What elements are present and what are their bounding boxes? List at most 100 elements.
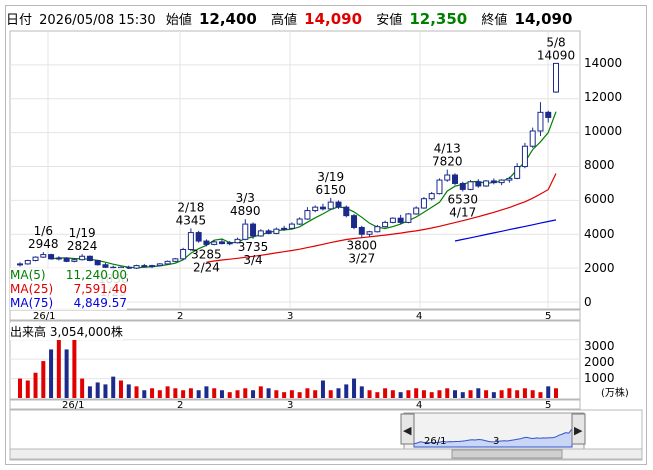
candle-body — [529, 130, 536, 147]
candle-body — [459, 182, 466, 190]
ma25-value: 7,591.40 — [73, 282, 127, 296]
candle-body — [211, 241, 218, 245]
volume-bar — [87, 386, 92, 398]
candle-body — [172, 258, 179, 262]
candle-body — [55, 257, 62, 260]
volume-bar — [227, 392, 232, 398]
candle-body — [94, 260, 101, 266]
volume-bar — [453, 390, 458, 398]
volume-bar — [103, 384, 108, 398]
volume-bar — [328, 390, 333, 398]
volume-value: 3,054,000株 — [49, 325, 123, 339]
volume-bar — [546, 386, 551, 398]
candle-body — [257, 230, 264, 237]
annotation-value: 7820 — [432, 155, 463, 169]
annotation-date: 3/3 — [236, 191, 255, 205]
candle-body — [521, 145, 528, 168]
candle-body — [327, 201, 334, 210]
x-label: 5 — [545, 311, 551, 322]
volume-bar — [554, 388, 558, 398]
x-label: 2 — [177, 311, 183, 322]
candle-body — [382, 221, 389, 228]
candle-body — [319, 206, 326, 210]
volume-bar — [383, 388, 388, 398]
candle-body — [351, 215, 358, 228]
volume-bar — [398, 392, 403, 398]
candle-body — [226, 242, 233, 245]
ma25-row: MA(25) 7,591.40 — [10, 282, 127, 296]
volume-bar — [421, 390, 426, 398]
candle-body — [71, 259, 78, 262]
x-axis-strip-volume — [9, 399, 581, 410]
volume-bar — [235, 390, 240, 398]
volume-unit: (万株) — [601, 386, 629, 399]
candle-body — [436, 179, 443, 195]
volume-bar — [282, 392, 287, 398]
volume-bar — [359, 386, 364, 398]
volume-bar — [538, 392, 543, 398]
volume-bar — [429, 392, 434, 398]
x-label: 3 — [287, 400, 293, 411]
volume-bar — [56, 339, 61, 398]
volume-bar — [414, 388, 419, 398]
x-axis-strip — [9, 309, 581, 321]
volume-axis: 3000 2000 1000 (万株) — [584, 339, 629, 399]
navigator-left-arrow[interactable]: ◀ — [403, 424, 412, 437]
candle-body — [366, 231, 373, 235]
volume-bar — [352, 378, 357, 398]
ma5-label: MA(5) — [10, 268, 46, 282]
candle-body — [125, 266, 132, 269]
price-axis: 14000 12000 10000 8000 6000 4000 2000 0 — [584, 56, 622, 309]
candle-body — [203, 240, 210, 245]
volume-bar — [289, 390, 294, 398]
candle-body — [63, 257, 70, 262]
ma75-value: 4,849.57 — [73, 296, 127, 310]
annotation-date: 1/6 — [34, 224, 53, 238]
volume-bar — [336, 388, 341, 398]
price-tick: 12000 — [584, 90, 622, 104]
volume-label: 出来高 3,054,000株 — [10, 323, 123, 340]
volume-bar — [126, 384, 131, 398]
annotation-value: 4345 — [176, 213, 207, 227]
price-tick: 2000 — [584, 261, 615, 275]
annotation-date: 2/18 — [177, 200, 204, 214]
x-label: 3 — [287, 311, 293, 322]
annotation-value: 6530 — [448, 192, 479, 206]
volume-bar — [173, 388, 178, 398]
annotation-date: 4/17 — [449, 205, 476, 219]
volume-tick: 2000 — [584, 355, 615, 369]
volume-bar — [188, 388, 193, 398]
candle-body — [444, 174, 451, 181]
volume-bar — [367, 390, 372, 398]
volume-bar — [266, 388, 271, 398]
volume-bar — [181, 390, 186, 398]
candle-body — [514, 166, 521, 179]
candle-body — [358, 226, 365, 235]
candle-body — [537, 111, 544, 132]
x-label: 4 — [416, 400, 422, 411]
volume-bar — [72, 331, 77, 398]
volume-bar — [499, 390, 504, 398]
volume-bar — [196, 390, 201, 398]
volume-bar — [33, 372, 38, 398]
volume-bar — [274, 390, 279, 398]
annotation-value: 2824 — [67, 239, 98, 253]
annotation-date: 3/27 — [348, 252, 375, 266]
candle-body — [141, 265, 148, 268]
volume-bar — [142, 390, 147, 398]
volume-bar — [49, 349, 54, 398]
candle-body — [218, 241, 225, 245]
ma5-value: 11,240.00 — [65, 268, 127, 282]
volume-bar — [476, 388, 481, 398]
annotation-value: 3735 — [238, 240, 269, 254]
price-tick: 4000 — [584, 227, 615, 241]
annotation-date: 4/13 — [434, 142, 461, 156]
candle-body — [397, 217, 404, 223]
navigator-right-arrow[interactable]: ▶ — [574, 424, 583, 437]
annotation-value: 6150 — [315, 183, 346, 197]
candle-body — [250, 223, 257, 237]
navigator-scrollbar-thumb[interactable] — [451, 449, 563, 459]
volume-bar — [484, 390, 489, 398]
volume-bar — [25, 380, 30, 398]
candle-body — [40, 254, 47, 258]
